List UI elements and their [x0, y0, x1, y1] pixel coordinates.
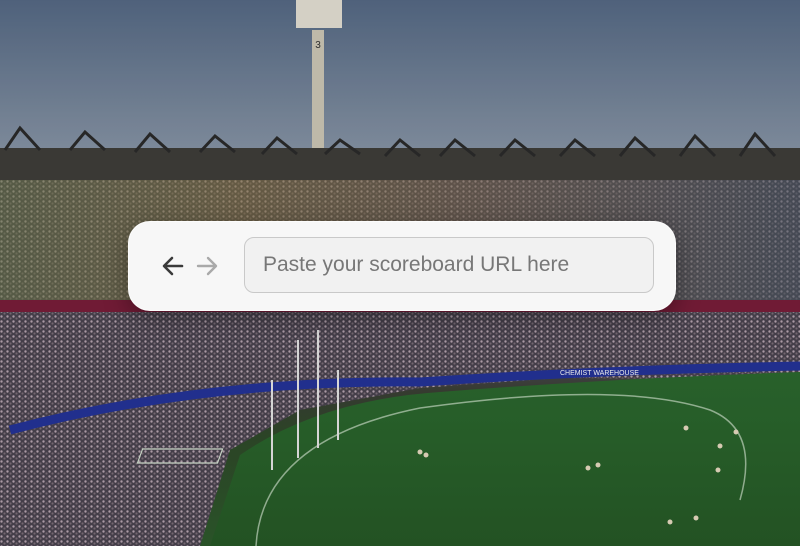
arrow-right-icon: [196, 256, 218, 276]
url-input[interactable]: [244, 237, 654, 293]
arrow-left-icon: [162, 256, 184, 276]
back-button[interactable]: [159, 252, 187, 280]
forward-button[interactable]: [193, 252, 221, 280]
url-navigation-bar: [128, 221, 676, 311]
